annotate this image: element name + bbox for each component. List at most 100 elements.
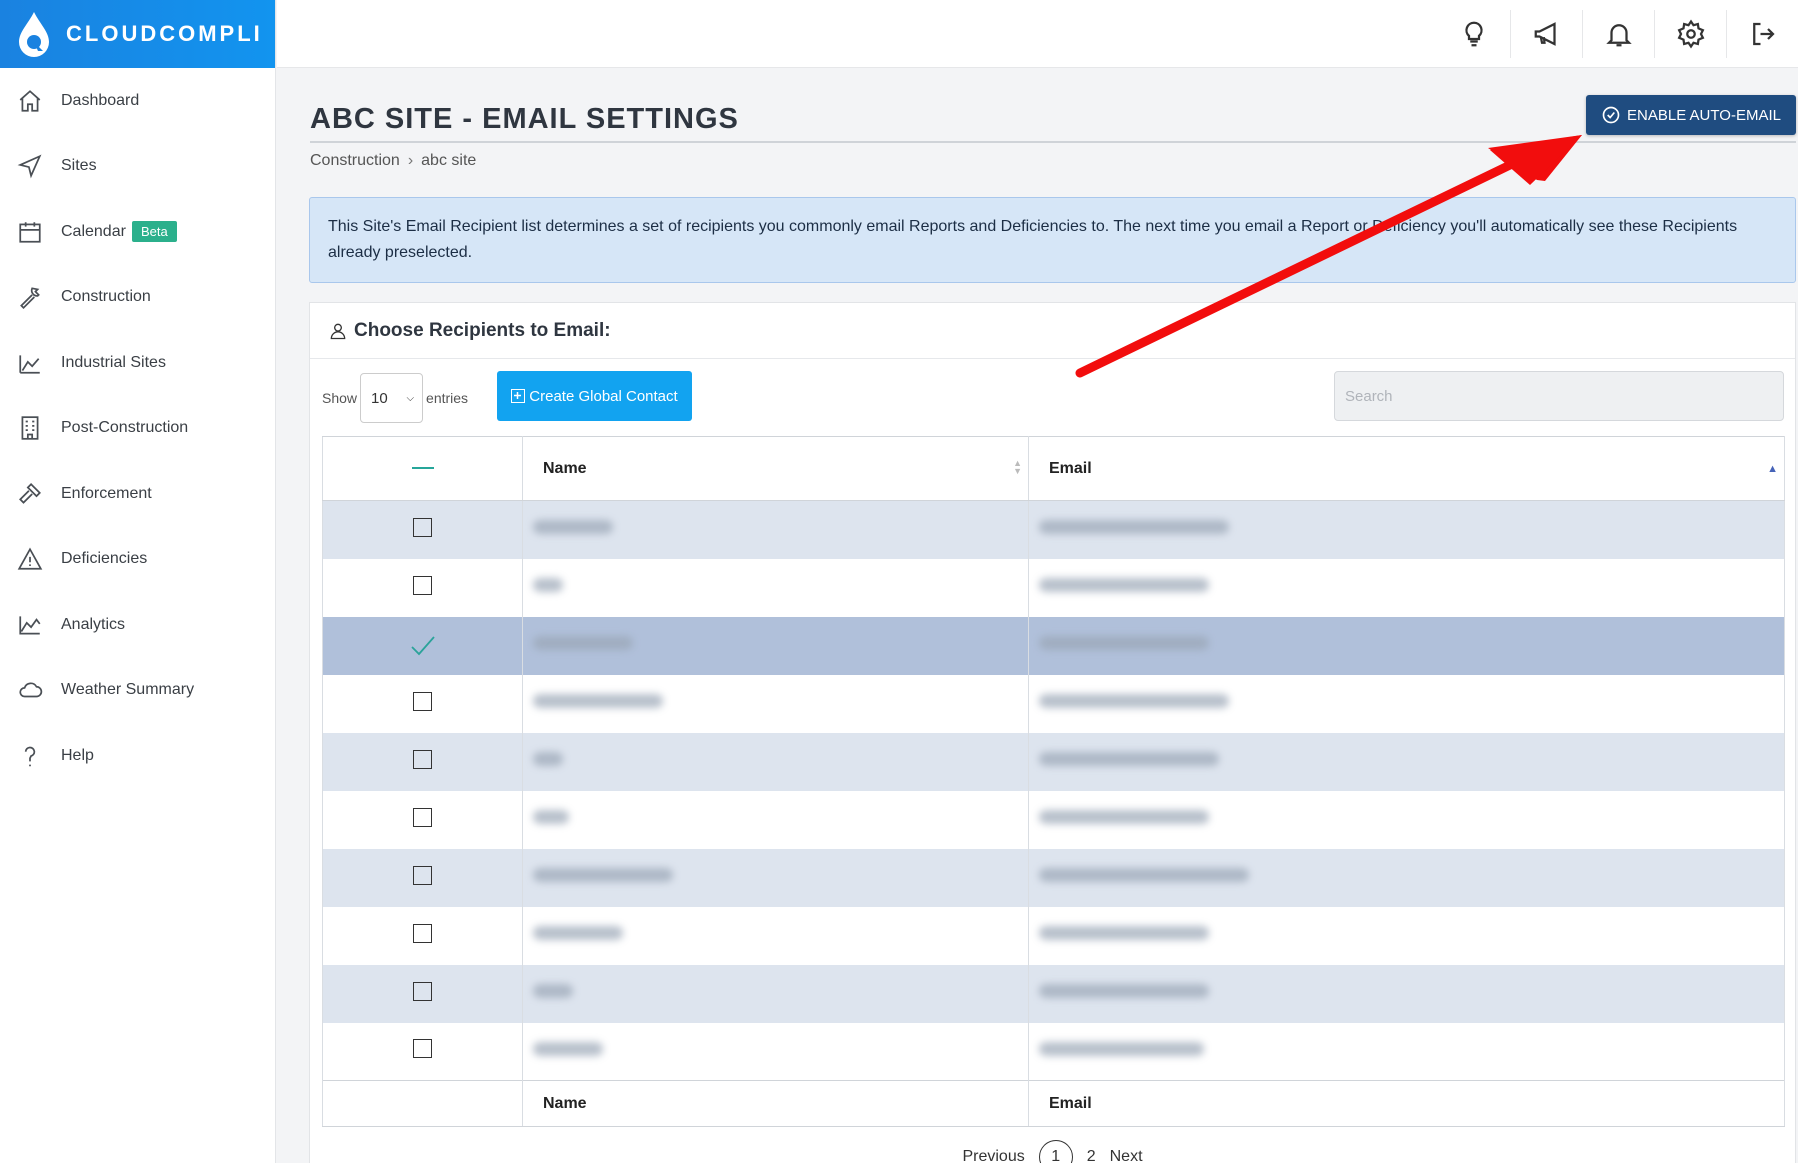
redacted-name <box>533 1041 603 1056</box>
entries-select[interactable]: 10 ⌵ <box>360 373 424 423</box>
redacted-name <box>533 752 563 766</box>
row-checkbox[interactable] <box>322 616 523 675</box>
table-body <box>322 500 1785 1081</box>
pagination-page-1[interactable]: 1 <box>1038 1140 1073 1163</box>
redacted-email <box>1039 694 1229 708</box>
table-row[interactable] <box>322 848 1785 907</box>
gear-icon[interactable] <box>1654 10 1726 58</box>
sidebar-nav: Dashboard Sites Calendar Beta Constructi… <box>0 68 275 789</box>
sidebar-item-label: Post-Construction <box>61 419 189 437</box>
row-checkbox[interactable] <box>322 848 523 907</box>
breadcrumb-separator: › <box>407 152 414 169</box>
redacted-name <box>533 694 663 708</box>
email-cell <box>1028 790 1785 849</box>
sidebar-item-deficiencies[interactable]: Deficiencies <box>0 527 275 593</box>
row-checkbox[interactable] <box>322 500 523 559</box>
gavel-icon <box>16 480 44 508</box>
show-label: Show <box>322 390 358 406</box>
card-header: Choose Recipients to Email: <box>310 303 1795 359</box>
table-row-selected[interactable] <box>322 616 1785 675</box>
enable-auto-email-button[interactable]: ENABLE AUTO-EMAIL <box>1586 95 1796 135</box>
search-input[interactable]: Search <box>1334 371 1784 421</box>
megaphone-icon[interactable] <box>1510 10 1582 58</box>
warning-icon <box>16 545 44 573</box>
checkbox-icon <box>413 1039 432 1059</box>
row-checkbox[interactable] <box>322 732 523 791</box>
redacted-name <box>533 810 569 824</box>
logout-icon[interactable] <box>1726 10 1798 58</box>
column-header-name[interactable]: Name ▲ ▼ <box>522 436 1029 501</box>
brand-logo[interactable]: CLOUDCOMPLI <box>0 0 275 68</box>
table-row[interactable] <box>322 964 1785 1023</box>
bell-icon[interactable] <box>1582 10 1654 58</box>
sidebar-item-calendar[interactable]: Calendar Beta <box>0 199 275 265</box>
redacted-email <box>1039 578 1209 592</box>
sidebar-item-sites[interactable]: Sites <box>0 134 275 200</box>
sidebar-item-weather-summary[interactable]: Weather Summary <box>0 658 275 724</box>
sidebar-item-construction[interactable]: Construction <box>0 265 275 331</box>
check-circle-icon <box>1602 106 1620 124</box>
deselect-all-icon[interactable] <box>411 467 434 470</box>
select-all-header[interactable] <box>322 436 523 501</box>
sidebar-item-enforcement[interactable]: Enforcement <box>0 461 275 527</box>
column-name-label: Name <box>543 459 587 477</box>
card-title: Choose Recipients to Email: <box>354 319 611 341</box>
sidebar-item-dashboard[interactable]: Dashboard <box>0 68 275 134</box>
chevron-down-icon: ⌵ <box>406 392 415 404</box>
row-checkbox[interactable] <box>322 674 523 733</box>
name-cell <box>522 674 1029 733</box>
help-icon <box>16 742 44 770</box>
row-checkbox[interactable] <box>322 964 523 1023</box>
name-cell <box>522 732 1029 791</box>
footer-email: Email <box>1028 1080 1785 1127</box>
sidebar-item-help[interactable]: Help <box>0 723 275 789</box>
redacted-name <box>533 578 563 592</box>
breadcrumb: Construction › abc site <box>310 152 476 170</box>
row-checkbox[interactable] <box>322 1022 523 1081</box>
checkbox-icon <box>413 981 432 1001</box>
table-row[interactable] <box>322 732 1785 791</box>
table-row[interactable] <box>322 906 1785 965</box>
beta-badge: Beta <box>131 221 177 243</box>
table-header-row: Name ▲ ▼ Email ▲ <box>322 436 1785 501</box>
entries-label: entries <box>426 390 469 406</box>
pagination-previous[interactable]: Previous <box>962 1148 1024 1163</box>
pagination-next[interactable]: Next <box>1110 1148 1143 1163</box>
row-checkbox[interactable] <box>322 558 523 617</box>
row-checkbox[interactable] <box>322 906 523 965</box>
table-row[interactable] <box>322 790 1785 849</box>
sidebar-item-label: Analytics <box>61 615 126 633</box>
table-row[interactable] <box>322 1022 1785 1081</box>
checkbox-icon <box>413 865 432 885</box>
plus-square-icon <box>511 389 526 403</box>
sidebar-item-industrial-sites[interactable]: Industrial Sites <box>0 330 275 396</box>
redacted-name <box>533 868 673 882</box>
column-header-email[interactable]: Email ▲ <box>1028 436 1785 501</box>
row-checkbox[interactable] <box>322 790 523 849</box>
lightbulb-icon[interactable] <box>1438 10 1510 58</box>
building-icon <box>16 414 44 442</box>
pagination-page-2[interactable]: 2 <box>1087 1148 1096 1163</box>
table-row[interactable] <box>322 500 1785 559</box>
name-cell <box>522 964 1029 1023</box>
table-row[interactable] <box>322 558 1785 617</box>
breadcrumb-construction[interactable]: Construction <box>310 152 400 169</box>
chart-icon <box>16 611 44 639</box>
length-control: Show 10 ⌵ entries <box>322 373 468 423</box>
topbar <box>277 0 1798 68</box>
create-global-contact-button[interactable]: Create Global Contact <box>497 371 692 421</box>
sidebar-item-post-construction[interactable]: Post-Construction <box>0 396 275 462</box>
info-alert: This Site's Email Recipient list determi… <box>309 197 1796 283</box>
redacted-email <box>1039 520 1229 535</box>
name-cell <box>522 848 1029 907</box>
breadcrumb-abc-site[interactable]: abc site <box>421 152 476 169</box>
sidebar-item-label: Calendar <box>61 222 126 240</box>
sidebar: CLOUDCOMPLI Dashboard Sites Calendar Bet… <box>0 0 276 1163</box>
topbar-actions <box>1438 0 1798 68</box>
recipients-card: Choose Recipients to Email: Show 10 ⌵ en… <box>309 302 1796 1163</box>
logo-drop-icon <box>16 10 52 58</box>
sidebar-item-analytics[interactable]: Analytics <box>0 592 275 658</box>
table-row[interactable] <box>322 674 1785 733</box>
email-cell <box>1028 1022 1785 1081</box>
cloud-icon <box>16 676 44 704</box>
